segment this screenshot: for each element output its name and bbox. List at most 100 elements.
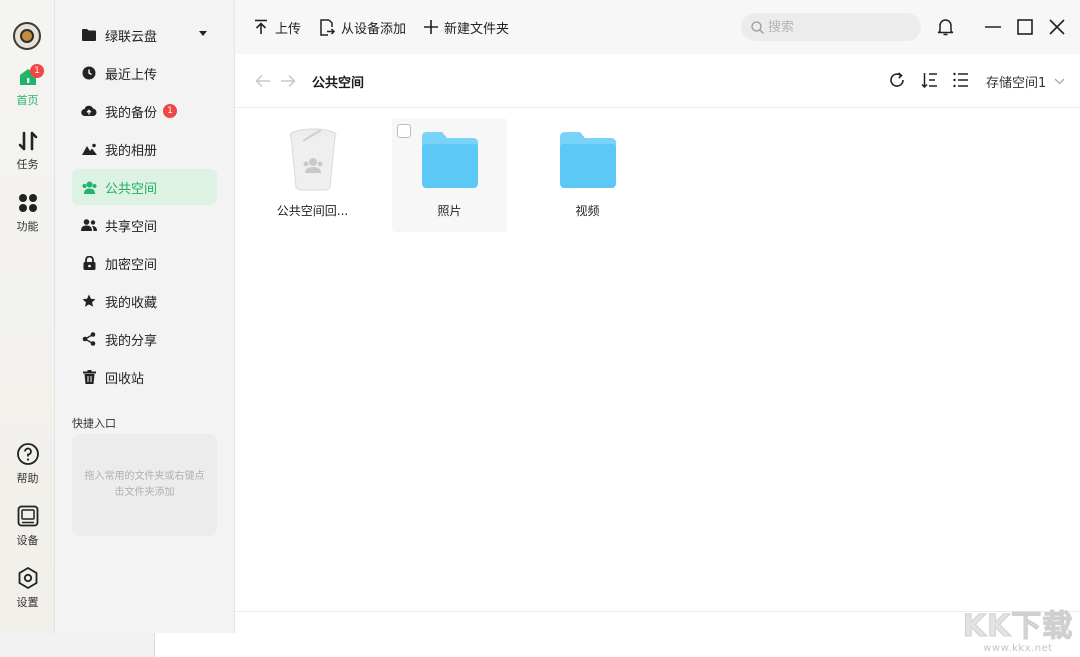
mountain-icon [81, 141, 97, 157]
minimize-button[interactable] [983, 17, 1003, 37]
sidebar-item-label: 我的备份 [105, 105, 158, 121]
add-from-device-button[interactable]: 从设备添加 [319, 18, 406, 37]
clock-icon [81, 65, 97, 81]
rail-tasks-label: 任务 [16, 158, 39, 171]
device-icon [17, 505, 38, 527]
new-folder-label: 新建文件夹 [444, 21, 510, 37]
rail-device[interactable]: 设备 [0, 504, 55, 548]
sidebar-item-label: 绿联云盘 [105, 29, 158, 45]
toolbar: 上传 从设备添加 新建文件夹 [235, 0, 1080, 54]
sidebar-item-recent-uploads[interactable]: 最近上传 [72, 55, 217, 91]
lock-icon [81, 255, 97, 271]
refresh-button[interactable] [889, 72, 905, 92]
sidebar-item-my-album[interactable]: 我的相册 [72, 131, 217, 167]
rail-home-label: 首页 [16, 94, 39, 107]
chevron-down-icon [1054, 78, 1065, 85]
watermark: KK下载 www.kkx.net [958, 601, 1078, 655]
path-bar: 公共空间 存储空间1 [235, 54, 1080, 108]
list-icon [953, 72, 968, 88]
sidebar-item-public-space[interactable]: 公共空间 [72, 169, 217, 205]
file-item-photos[interactable]: 照片 [392, 118, 507, 232]
storage-selector[interactable]: 存储空间1 [986, 72, 1065, 91]
sidebar-item-label: 最近上传 [105, 67, 158, 83]
settings-icon [18, 566, 37, 590]
share-icon [81, 331, 97, 347]
plus-icon [424, 20, 439, 34]
sidebar-item-label: 我的相册 [105, 143, 158, 159]
sidebar-item-shared-space[interactable]: 共享空间 [72, 207, 217, 243]
search-icon [751, 20, 764, 34]
sidebar-item-recycle-bin[interactable]: 回收站 [72, 359, 217, 395]
maximize-icon [1017, 19, 1033, 35]
star-icon [81, 293, 97, 309]
group-icon [81, 179, 97, 195]
current-path-title: 公共空间 [312, 76, 365, 91]
sidebar-item-my-shares[interactable]: 我的分享 [72, 321, 217, 357]
search-input[interactable] [768, 19, 908, 35]
file-name: 公共空间回... [276, 204, 349, 218]
file-name: 照片 [437, 204, 462, 218]
device-import-icon [319, 18, 336, 36]
select-checkbox[interactable] [397, 124, 411, 138]
list-view-button[interactable] [953, 72, 969, 92]
rail-help-label: 帮助 [16, 472, 39, 485]
status-divider [235, 611, 1080, 612]
sidebar: 绿联云盘 最近上传 我的备份 1 我的相册 公共空间 共享空间 加密空间 我的收… [55, 0, 235, 633]
new-folder-button[interactable]: 新建文件夹 [424, 18, 509, 37]
backup-badge: 1 [163, 104, 178, 118]
quick-access-dropzone[interactable]: 拖入常用的文件夹或右键点击文件夹添加 [72, 434, 217, 536]
rail-features[interactable]: 功能 [0, 192, 55, 234]
caret-down-icon[interactable] [199, 31, 207, 36]
back-button[interactable] [255, 73, 271, 92]
sidebar-item-label: 我的分享 [105, 333, 158, 349]
minimize-icon [985, 26, 1001, 28]
file-name: 视频 [575, 204, 600, 218]
maximize-button[interactable] [1015, 17, 1035, 37]
quick-access-title: 快捷入口 [72, 417, 116, 430]
close-button[interactable] [1047, 17, 1067, 37]
folder-icon [421, 132, 478, 188]
sidebar-item-favorites[interactable]: 我的收藏 [72, 283, 217, 319]
file-item-videos[interactable]: 视频 [530, 118, 645, 232]
sidebar-item-label: 回收站 [105, 371, 145, 387]
notifications-button[interactable] [935, 17, 955, 37]
home-badge: 1 [30, 64, 44, 78]
cloud-upload-icon [81, 103, 97, 119]
file-item-recycle[interactable]: 公共空间回... [255, 118, 370, 232]
grid-dots-icon [18, 194, 37, 212]
search-box[interactable] [741, 13, 921, 41]
sidebar-item-label: 公共空间 [105, 181, 158, 197]
forward-button[interactable] [280, 73, 296, 92]
sidebar-item-label: 共享空间 [105, 219, 158, 235]
sidebar-item-cloud-drive[interactable]: 绿联云盘 [72, 17, 217, 53]
users-icon [81, 217, 97, 233]
sidebar-item-encrypted-space[interactable]: 加密空间 [72, 245, 217, 281]
rail-device-label: 设备 [16, 534, 39, 547]
bell-icon [937, 19, 953, 36]
rail-features-label: 功能 [16, 220, 39, 233]
main-area: 上传 从设备添加 新建文件夹 搜索 公共空间 存储空间1 公共空间回... 照片… [235, 0, 1080, 633]
upload-icon [253, 19, 269, 35]
recycle-bin-icon [289, 128, 336, 191]
transfer-icon [18, 131, 37, 151]
arrow-right-icon [281, 74, 296, 88]
rail-home[interactable]: 1 首页 [0, 64, 55, 108]
trash-icon [81, 369, 97, 385]
sidebar-item-my-backup[interactable]: 我的备份 1 [72, 93, 217, 129]
rail-settings[interactable]: 设置 [0, 566, 55, 610]
storage-label: 存储空间1 [986, 76, 1047, 91]
background-window-strip [0, 633, 155, 657]
sort-button[interactable] [921, 72, 938, 92]
rail-settings-label: 设置 [16, 596, 39, 609]
rail-help[interactable]: 帮助 [0, 442, 55, 486]
upload-button[interactable]: 上传 [253, 18, 301, 37]
icon-rail: 1 首页 任务 功能 帮助 设备 设置 [0, 0, 55, 633]
folder-icon [559, 132, 616, 188]
refresh-icon [890, 72, 904, 87]
sidebar-item-label: 我的收藏 [105, 295, 158, 311]
sidebar-item-label: 加密空间 [105, 257, 158, 273]
avatar[interactable] [13, 22, 41, 50]
rail-tasks[interactable]: 任务 [0, 130, 55, 172]
quick-access-hint: 拖入常用的文件夹或右键点击文件夹添加 [84, 471, 205, 498]
upload-label: 上传 [275, 21, 302, 37]
